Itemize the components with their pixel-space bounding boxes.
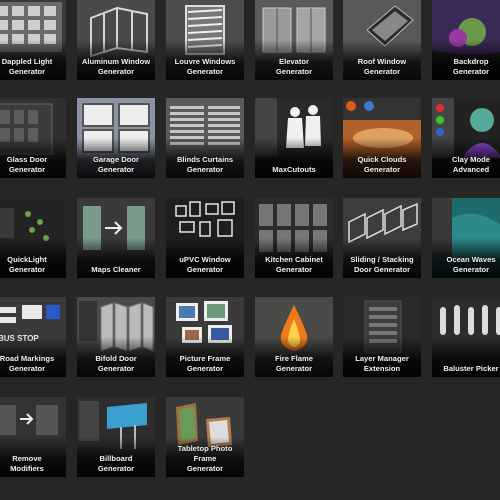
tool-upvc-window[interactable]: uPVC Window Generator [166,198,244,278]
tool-label: Picture Frame Generator [179,354,231,373]
tool-label: Fire Flame Generator [275,354,313,373]
tool-aluminum-window[interactable]: Aluminum Window Generator [77,0,155,80]
tool-roof-window[interactable]: Roof Window Generator [343,0,421,80]
tool-label: Roof Window Generator [357,57,407,76]
tool-remove-modifiers[interactable]: Remove Modifiers [0,397,66,477]
tool-ocean-waves[interactable]: Ocean Waves Generator [432,198,500,278]
tool-kitchen-cabinet[interactable]: Kitchen Cabinet Generator [255,198,333,278]
tool-label: Dappled Light Generator [1,57,53,76]
tool-elevator[interactable]: Elevator Generator [255,0,333,80]
tool-sliding-door[interactable]: Sliding / Stacking Door Generator [343,198,421,278]
tool-louvre-windows[interactable]: Louvre Windows Generator [166,0,244,80]
tool-label: Maps Cleaner [91,265,141,274]
tool-backdrop[interactable]: Backdrop Generator [432,0,500,80]
tool-label: Remove Modifiers [10,454,44,473]
tool-billboard[interactable]: Billboard Generator [77,397,155,477]
tool-label: Bifold Door Generator [95,354,137,373]
tool-label: Tabletop Photo Frame Generator [177,444,233,473]
tool-label: uPVC Window Generator [179,255,231,274]
tool-road-markings[interactable]: BUS STOP Road Markings Generator [0,297,66,377]
tool-label: MaxCutouts [272,165,316,174]
tool-tabletop-frame[interactable]: Tabletop Photo Frame Generator [166,397,244,477]
tool-quick-clouds[interactable]: Quick Clouds Generator [343,98,421,178]
tool-label: Kitchen Cabinet Generator [265,255,323,274]
tool-label: Glass Door Generator [6,155,48,174]
tool-label: Louvre Windows Generator [174,57,236,76]
tool-maxcutouts[interactable]: MaxCutouts [255,98,333,178]
tool-garage-door[interactable]: Garage Door Generator [77,98,155,178]
tool-label: Ocean Waves Generator [446,255,496,274]
tool-label: Garage Door Generator [93,155,139,174]
tool-label: Sliding / Stacking Door Generator [350,255,414,274]
tool-label: Layer Manager Extension [355,354,409,373]
tool-label: Baluster Picker [443,364,499,373]
tool-fire-flame[interactable]: Fire Flame Generator [255,297,333,377]
tool-baluster-picker[interactable]: Baluster Picker [432,297,500,377]
tool-label: Elevator Generator [275,57,313,76]
tool-maps-cleaner[interactable]: Maps Cleaner [77,198,155,278]
tool-label: Billboard Generator [97,454,135,473]
tool-label: Blinds Curtains Generator [176,155,234,174]
tool-glass-door[interactable]: Glass Door Generator [0,98,66,178]
tool-label: QuickLight Generator [7,255,47,274]
tool-label: Clay Mode Advanced [452,155,490,174]
tool-picture-frame[interactable]: Picture Frame Generator [166,297,244,377]
tool-dappled-light[interactable]: Dappled Light Generator [0,0,66,80]
tool-bifold-door[interactable]: Bifold Door Generator [77,297,155,377]
tool-label: Road Markings Generator [0,354,55,373]
tool-clay-mode[interactable]: Clay Mode Advanced [432,98,500,178]
tool-quicklight[interactable]: QuickLight Generator [0,198,66,278]
tool-label: Aluminum Window Generator [81,57,151,76]
tool-layer-manager[interactable]: Layer Manager Extension [343,297,421,377]
tool-label: Quick Clouds Generator [357,155,407,174]
tool-label: Backdrop Generator [452,57,490,76]
tool-blinds-curtains[interactable]: Blinds Curtains Generator [166,98,244,178]
